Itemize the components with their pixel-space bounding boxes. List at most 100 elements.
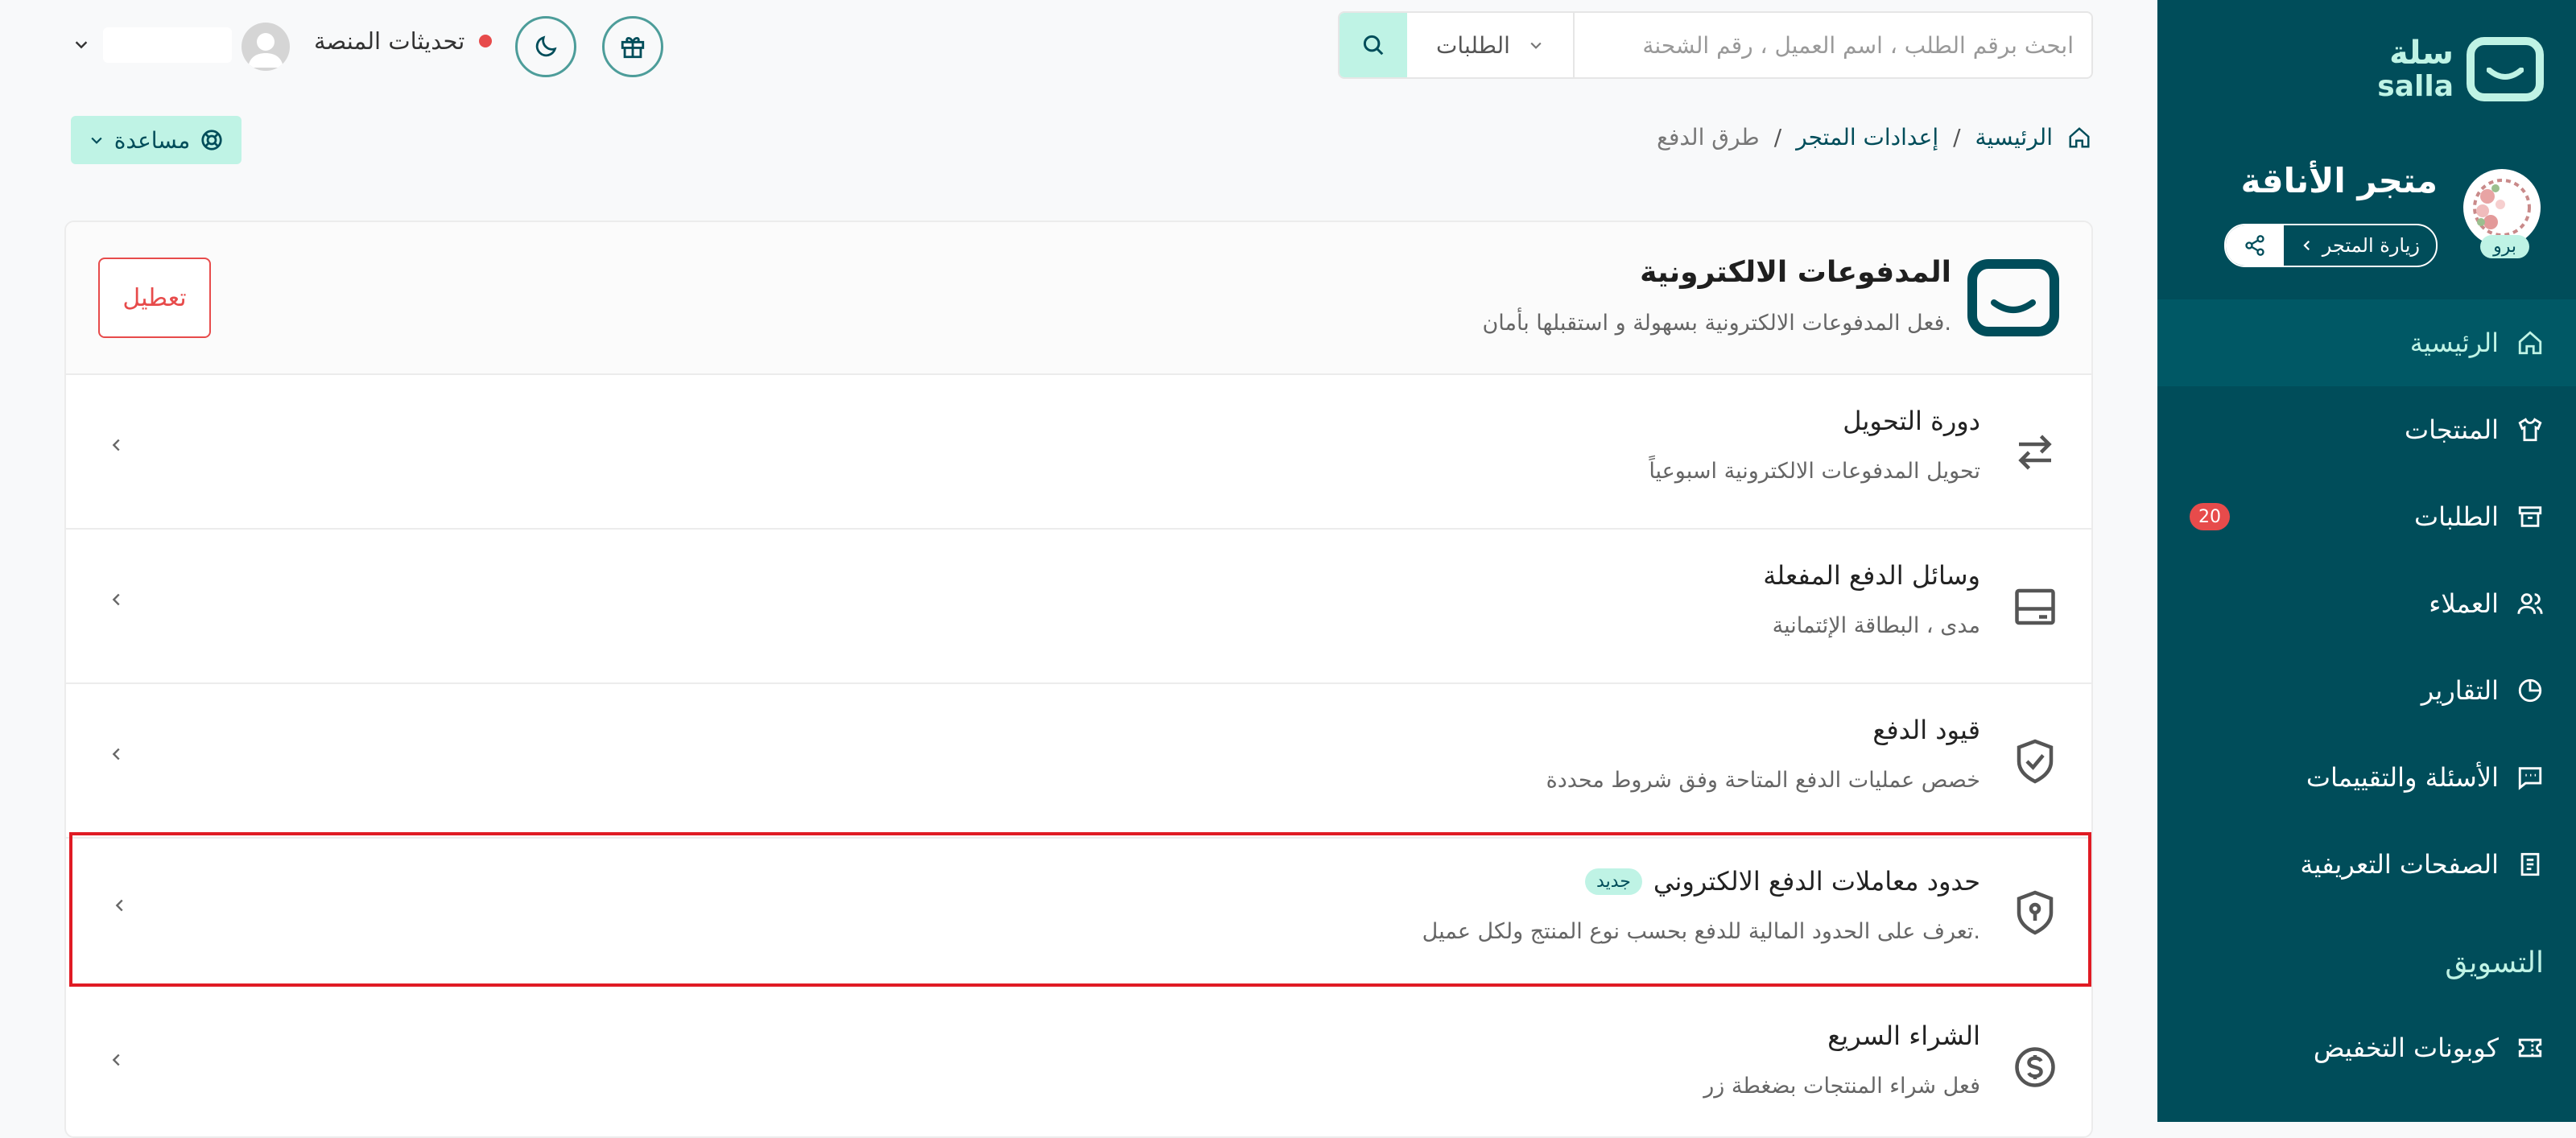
- logo-text: سلة salla: [2377, 37, 2454, 101]
- sidebar-item-customers[interactable]: العملاء: [2157, 560, 2576, 647]
- row-description: مدى ، البطاقة الإئتمانية: [1772, 613, 1980, 638]
- visit-store-control: زيارة المتجر: [2223, 224, 2438, 267]
- row-title: حدود معاملات الدفع الالكتروني: [1653, 866, 1980, 897]
- row-title-wrap: الشراء السريع: [1827, 1020, 1980, 1051]
- card-description: فعل المدفوعات الالكترونية بسهولة و استقب…: [1482, 311, 1951, 336]
- breadcrumb: الرئيسية / إعدادات المتجر / طرق الدفع: [1657, 124, 2091, 150]
- breadcrumb-separator: /: [1773, 124, 1782, 150]
- chevron-left-icon: [112, 1053, 120, 1066]
- sidebar-item-label: المنتجات: [2405, 414, 2499, 445]
- archive-icon: [2518, 506, 2542, 527]
- sidebar-item-label: كوبونات التخفيض: [2313, 1033, 2499, 1063]
- home-icon: [2518, 331, 2542, 355]
- electronic-payments-card: المدفوعات الالكترونية فعل المدفوعات الال…: [64, 221, 2093, 1138]
- sidebar-item-label: العملاء: [2429, 588, 2499, 619]
- sidebar-item-orders[interactable]: الطلبات 20: [2157, 473, 2576, 560]
- store-name: متجر الأناقة: [2240, 161, 2438, 200]
- card-icon: [2015, 588, 2055, 625]
- card-header: المدفوعات الالكترونية فعل المدفوعات الال…: [66, 222, 2091, 375]
- transfer-arrows-icon: [2018, 435, 2052, 470]
- row-description: تحويل المدفوعات الالكترونية اسبوعياً: [1649, 459, 1980, 484]
- search-icon: [1363, 35, 1384, 56]
- visit-store-button[interactable]: زيارة المتجر: [2284, 234, 2436, 257]
- salla-logo-icon: [2467, 37, 2544, 101]
- sidebar-item-label: الطلبات: [2413, 501, 2499, 532]
- share-icon: [2245, 235, 2264, 256]
- sidebar-item-label: الأسئلة والتقييمات: [2306, 762, 2499, 793]
- chevron-left-icon: [112, 748, 120, 761]
- row-title: دورة التحويل: [1843, 406, 1980, 436]
- row-title: الشراء السريع: [1827, 1020, 1980, 1051]
- dark-mode-toggle[interactable]: [515, 16, 576, 77]
- card-title: المدفوعات الالكترونية: [1640, 256, 1951, 289]
- search-button[interactable]: [1340, 13, 1407, 77]
- row-title: قيود الدفع: [1872, 715, 1980, 745]
- pie-chart-icon: [2518, 678, 2542, 703]
- moon-icon: [535, 35, 557, 57]
- help-button[interactable]: مساعدة: [71, 116, 242, 164]
- row-description: خصص عمليات الدفع المتاحة وفق شروط محددة: [1546, 768, 1980, 793]
- search-type-select[interactable]: الطلبات: [1407, 13, 1575, 77]
- salla-payments-icon: [1967, 259, 2059, 336]
- settings-row-transfer-cycle[interactable]: دورة التحويل تحويل المدفوعات الالكترونية…: [66, 373, 2091, 530]
- chevron-left-icon: [115, 899, 123, 912]
- dollar-circle-icon: [2015, 1047, 2055, 1087]
- home-icon[interactable]: [2067, 126, 2091, 150]
- row-title-wrap: حدود معاملات الدفع الالكتروني جديد: [1585, 866, 1980, 897]
- store-info: برو متجر الأناقة زيارة المتجر: [2190, 158, 2544, 270]
- sidebar-item-reviews[interactable]: الأسئلة والتقييمات: [2157, 734, 2576, 821]
- row-title: وسائل الدفع المفعلة: [1763, 560, 1980, 591]
- platform-updates-label: تحديثات المنصة: [314, 27, 465, 55]
- user-avatar[interactable]: [242, 23, 290, 71]
- breadcrumb-home[interactable]: الرئيسية: [1975, 124, 2053, 150]
- shirt-icon: [2518, 418, 2542, 442]
- logo-latin: salla: [2377, 70, 2454, 103]
- settings-row-active-methods[interactable]: وسائل الدفع المفعلة مدى ، البطاقة الإئتم…: [66, 528, 2091, 684]
- sidebar-item-products[interactable]: المنتجات: [2157, 386, 2576, 473]
- sidebar-item-coupons[interactable]: كوبونات التخفيض: [2157, 1004, 2576, 1091]
- user-name-placeholder: [103, 27, 232, 63]
- help-label: مساعدة: [114, 126, 191, 154]
- chevron-left-icon: [112, 593, 120, 606]
- document-icon: [2520, 852, 2540, 876]
- gift-icon: [621, 36, 645, 59]
- sidebar-item-home[interactable]: الرئيسية: [2157, 299, 2576, 386]
- disable-button[interactable]: تعطيل: [98, 258, 211, 338]
- row-title-wrap: دورة التحويل: [1843, 406, 1980, 436]
- chevron-down-icon: [91, 137, 102, 144]
- share-store-button[interactable]: [2225, 225, 2284, 266]
- row-title-wrap: وسائل الدفع المفعلة: [1763, 560, 1980, 591]
- plan-badge: برو: [2480, 235, 2529, 258]
- chevron-left-icon: [112, 439, 120, 451]
- search-bar: الطلبات: [1338, 11, 2093, 79]
- visit-store-label: زيارة المتجر: [2322, 234, 2420, 257]
- settings-row-transaction-limits[interactable]: حدود معاملات الدفع الالكتروني جديد تعرف …: [69, 832, 2091, 987]
- sidebar-item-pages[interactable]: الصفحات التعريفية: [2157, 821, 2576, 908]
- chevron-down-icon: [1530, 42, 1542, 49]
- marketing-section-title: التسويق: [2445, 946, 2544, 979]
- chat-icon: [2518, 767, 2542, 790]
- salla-logo[interactable]: سلة salla: [2377, 37, 2544, 101]
- user-menu-toggle[interactable]: [72, 35, 90, 53]
- sidebar-item-label: الرئيسية: [2409, 328, 2499, 358]
- logo-arabic: سلة: [2389, 35, 2454, 72]
- row-description: تعرف على الحدود المالية للدفع بحسب نوع ا…: [1422, 919, 1980, 944]
- gift-button[interactable]: [602, 16, 663, 77]
- sidebar-item-reports[interactable]: التقارير: [2157, 647, 2576, 734]
- settings-row-payment-restrictions[interactable]: قيود الدفع خصص عمليات الدفع المتاحة وفق …: [66, 682, 2091, 839]
- row-description: فعل شراء المنتجات بضغطة زر: [1703, 1074, 1980, 1099]
- platform-updates-link[interactable]: تحديثات المنصة: [314, 27, 493, 55]
- new-badge: جديد: [1585, 868, 1642, 895]
- chevron-down-icon: [75, 41, 88, 49]
- orders-count-badge: 20: [2190, 503, 2230, 530]
- breadcrumb-settings[interactable]: إعدادات المتجر: [1796, 124, 1938, 150]
- search-input[interactable]: [1575, 13, 2082, 77]
- breadcrumb-current: طرق الدفع: [1657, 124, 1760, 150]
- coupon-icon: [2518, 1038, 2542, 1058]
- search-type-value: الطلبات: [1436, 31, 1510, 59]
- sidebar: سلة salla برو متجر الأناقة زيارة المتجر …: [2157, 0, 2576, 1122]
- shield-lock-icon: [2017, 890, 2054, 935]
- sidebar-item-label: الصفحات التعريفية: [2300, 849, 2499, 880]
- settings-row-quick-buy[interactable]: الشراء السريع فعل شراء المنتجات بضغطة زر: [66, 988, 2091, 1136]
- shield-check-icon: [2017, 739, 2054, 784]
